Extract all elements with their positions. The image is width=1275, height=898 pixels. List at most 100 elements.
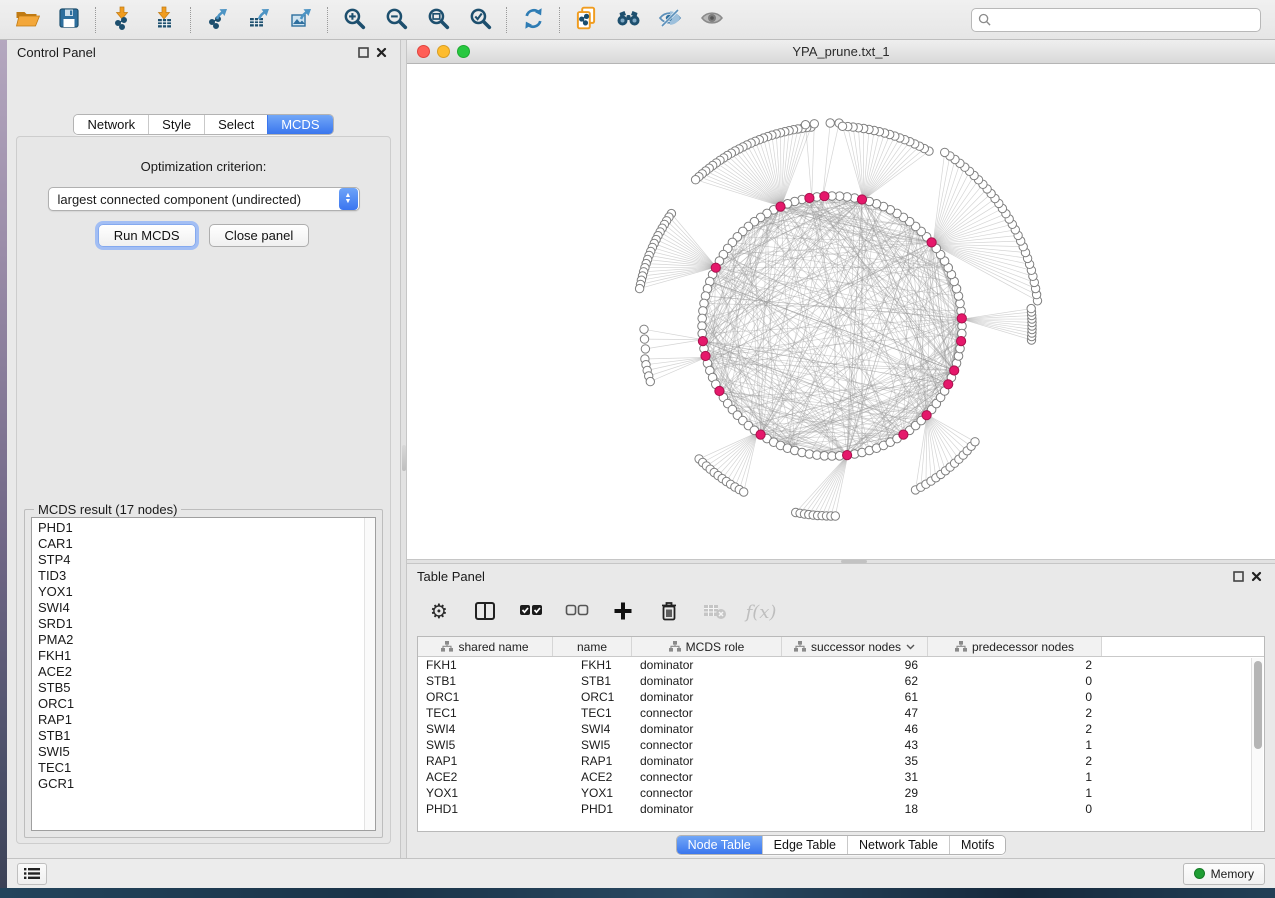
new-network-from-selection-button[interactable] bbox=[569, 5, 603, 35]
table-row[interactable]: SWI4SWI4dominator462 bbox=[418, 721, 1264, 737]
table-row[interactable]: FKH1FKH1dominator962 bbox=[418, 657, 1264, 673]
column-header-MCDS-role[interactable]: MCDS role bbox=[632, 637, 782, 656]
mcds-result-item[interactable]: SRD1 bbox=[38, 616, 363, 632]
tab-network[interactable]: Network bbox=[74, 115, 148, 134]
mcds-result-item[interactable]: STP4 bbox=[38, 552, 363, 568]
mcds-list-scrollbar[interactable] bbox=[364, 518, 375, 830]
cell-successor-nodes: 29 bbox=[782, 786, 928, 800]
sitemap-icon bbox=[955, 641, 967, 652]
mcds-result-item[interactable]: FKH1 bbox=[38, 648, 363, 664]
gear-button[interactable]: ⚙ bbox=[427, 600, 451, 624]
tab-select[interactable]: Select bbox=[204, 115, 267, 134]
tab-motifs[interactable]: Motifs bbox=[949, 836, 1005, 854]
cell-name: SWI5 bbox=[553, 738, 632, 752]
zoom-selected-button[interactable] bbox=[463, 5, 497, 35]
cell-name: SWI4 bbox=[553, 722, 632, 736]
node-table[interactable]: shared namenameMCDS rolesuccessor nodesp… bbox=[417, 636, 1265, 832]
splitter-grip[interactable] bbox=[841, 560, 867, 563]
unselect-all-columns-button[interactable] bbox=[565, 600, 589, 624]
mcds-result-item[interactable]: ORC1 bbox=[38, 696, 363, 712]
column-header-successor-nodes[interactable]: successor nodes bbox=[782, 637, 928, 656]
float-panel-icon[interactable] bbox=[1229, 568, 1247, 584]
zoom-fit-button[interactable] bbox=[421, 5, 455, 35]
mcds-result-item[interactable]: CAR1 bbox=[38, 536, 363, 552]
table-row[interactable]: TEC1TEC1connector472 bbox=[418, 705, 1264, 721]
open-file-button[interactable] bbox=[10, 5, 44, 35]
find-button[interactable] bbox=[611, 5, 645, 35]
run-mcds-button[interactable]: Run MCDS bbox=[98, 224, 196, 247]
mcds-result-item[interactable]: YOX1 bbox=[38, 584, 363, 600]
network-canvas[interactable] bbox=[407, 64, 1275, 559]
import-table-button[interactable] bbox=[147, 5, 181, 35]
table-row[interactable]: SWI5SWI5connector431 bbox=[418, 737, 1264, 753]
tab-mcds[interactable]: MCDS bbox=[267, 115, 332, 134]
memory-button[interactable]: Memory bbox=[1183, 863, 1265, 885]
zoom-in-button[interactable] bbox=[337, 5, 371, 35]
mcds-result-item[interactable]: RAP1 bbox=[38, 712, 363, 728]
vertical-splitter[interactable] bbox=[400, 40, 407, 858]
table-row[interactable]: YOX1YOX1connector291 bbox=[418, 785, 1264, 801]
mcds-result-item[interactable]: STB1 bbox=[38, 728, 363, 744]
table-row[interactable]: ACE2ACE2connector311 bbox=[418, 769, 1264, 785]
open-file-icon bbox=[14, 6, 41, 33]
column-header-predecessor-nodes[interactable]: predecessor nodes bbox=[928, 637, 1102, 656]
float-panel-icon[interactable] bbox=[354, 44, 372, 60]
tab-network-table[interactable]: Network Table bbox=[847, 836, 949, 854]
mcds-result-item[interactable]: TID3 bbox=[38, 568, 363, 584]
apply-layout-icon bbox=[521, 6, 546, 34]
show-all-button[interactable] bbox=[695, 5, 729, 35]
hide-selected-button[interactable] bbox=[653, 5, 687, 35]
import-network-button[interactable] bbox=[105, 5, 139, 35]
cell-name: FKH1 bbox=[553, 658, 632, 672]
network-graph[interactable] bbox=[407, 64, 1275, 559]
column-header-shared-name[interactable]: shared name bbox=[418, 637, 553, 656]
cell-successor-nodes: 43 bbox=[782, 738, 928, 752]
column-header-name[interactable]: name bbox=[553, 637, 632, 656]
close-panel-icon[interactable] bbox=[372, 44, 390, 60]
mcds-result-item[interactable]: PHD1 bbox=[38, 520, 363, 536]
export-table-button[interactable] bbox=[242, 5, 276, 35]
table-scrollbar[interactable] bbox=[1251, 658, 1263, 830]
mcds-result-item[interactable]: TEC1 bbox=[38, 760, 363, 776]
mcds-result-item[interactable]: GCR1 bbox=[38, 776, 363, 792]
desktop-wallpaper-bottom bbox=[0, 888, 1275, 898]
delete-columns-button[interactable] bbox=[657, 600, 681, 624]
search-box[interactable] bbox=[971, 8, 1261, 32]
export-image-button[interactable] bbox=[284, 5, 318, 35]
cell-MCDS-role: dominator bbox=[632, 690, 782, 704]
split-view-button[interactable] bbox=[473, 600, 497, 624]
add-column-button[interactable] bbox=[611, 600, 635, 624]
tab-node-table[interactable]: Node Table bbox=[677, 836, 762, 854]
optimization-criterion-select[interactable]: largest connected component (undirected)… bbox=[48, 187, 360, 211]
tab-style[interactable]: Style bbox=[148, 115, 204, 134]
sort-chevron-icon bbox=[906, 644, 915, 650]
zoom-out-button[interactable] bbox=[379, 5, 413, 35]
table-row[interactable]: RAP1RAP1dominator352 bbox=[418, 753, 1264, 769]
mcds-result-list[interactable]: PHD1CAR1STP4TID3YOX1SWI4SRD1PMA2FKH1ACE2… bbox=[31, 517, 376, 831]
mcds-result-item[interactable]: PMA2 bbox=[38, 632, 363, 648]
splitter-grip[interactable] bbox=[402, 445, 406, 471]
table-row[interactable]: STB1STB1dominator620 bbox=[418, 673, 1264, 689]
show-panels-button[interactable] bbox=[17, 863, 47, 885]
zoom-fit-icon bbox=[426, 6, 451, 34]
table-row[interactable]: ORC1ORC1dominator610 bbox=[418, 689, 1264, 705]
mcds-result-item[interactable]: STB5 bbox=[38, 680, 363, 696]
toolbar-separator bbox=[559, 7, 560, 33]
horizontal-splitter[interactable] bbox=[407, 559, 1275, 564]
close-panel-icon[interactable] bbox=[1247, 568, 1265, 584]
table-row[interactable]: PHD1PHD1dominator180 bbox=[418, 801, 1264, 817]
tab-edge-table[interactable]: Edge Table bbox=[762, 836, 847, 854]
export-network-button[interactable] bbox=[200, 5, 234, 35]
search-input[interactable] bbox=[995, 12, 1254, 28]
apply-layout-button[interactable] bbox=[516, 5, 550, 35]
mcds-result-item[interactable]: SWI5 bbox=[38, 744, 363, 760]
save-session-button[interactable] bbox=[52, 5, 86, 35]
optimization-criterion-label: Optimization criterion: bbox=[17, 159, 390, 174]
select-all-columns-button[interactable] bbox=[519, 600, 543, 624]
mcds-result-item[interactable]: SWI4 bbox=[38, 600, 363, 616]
cell-successor-nodes: 35 bbox=[782, 754, 928, 768]
close-panel-button[interactable]: Close panel bbox=[209, 224, 310, 247]
mcds-result-item[interactable]: ACE2 bbox=[38, 664, 363, 680]
zoom-selected-icon bbox=[468, 6, 493, 34]
table-scrollbar-thumb[interactable] bbox=[1254, 661, 1262, 749]
